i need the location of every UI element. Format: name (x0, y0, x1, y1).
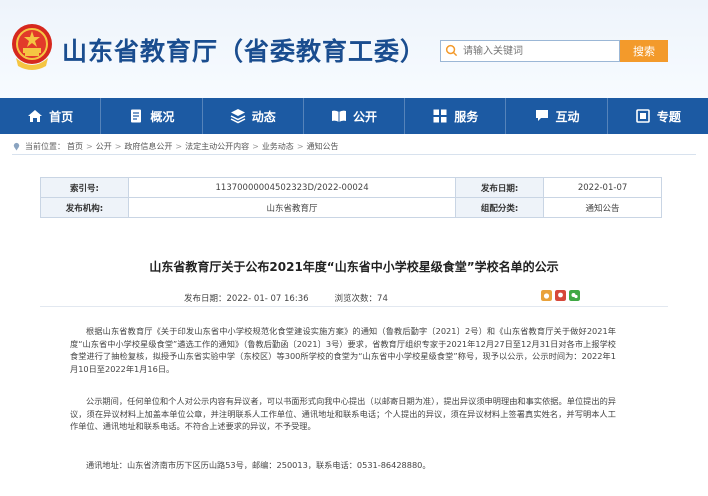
open-book-icon (331, 110, 346, 122)
nav-label: 首页 (49, 109, 74, 124)
nav-label: 动态 (251, 109, 276, 124)
publish-value: 2022- 01- 07 16:36 (226, 294, 309, 304)
table-row: 发布机构: 山东省教育厅 组配分类: 通知公告 (40, 197, 662, 218)
meta-divider (40, 306, 668, 307)
article-paragraph: 公示期间，任何单位和个人对公示内容有异议者，可以书面形式向我中心提出（以邮寄日期… (70, 396, 616, 432)
publish-label: 发布日期： (184, 294, 227, 304)
nav-item-topics[interactable]: 专题 (608, 98, 708, 134)
home-icon (28, 110, 43, 122)
service-icon (433, 109, 447, 123)
date-label: 发布日期: (455, 177, 545, 198)
breadcrumb-prefix: 当前位置： (25, 142, 65, 151)
org-value: 山东省教育厅 (127, 197, 457, 218)
breadcrumb-statutory[interactable]: 法定主动公开内容 (185, 141, 249, 152)
nav-item-service[interactable]: 服务 (405, 98, 507, 134)
breadcrumb-separator: > (296, 142, 304, 151)
table-row: 索引号: 11370000004502323D/2022-00024 发布日期:… (40, 177, 662, 198)
search-button[interactable]: 搜索 (620, 40, 668, 62)
breadcrumb-separator: > (86, 142, 93, 151)
share-qq-icon[interactable] (555, 290, 566, 301)
breadcrumb-separator: > (114, 142, 122, 151)
article-meta: 发布日期：2022- 01- 07 16:36 浏览次数：74 (184, 292, 388, 304)
search-icon (445, 44, 458, 57)
search-bar: 搜索 (440, 40, 668, 62)
breadcrumb-separator: > (252, 142, 259, 151)
document-info-table: 索引号: 11370000004502323D/2022-00024 发布日期:… (40, 177, 662, 218)
main-nav: 首页 概况 动态 公开 服务 互动 专题 (0, 98, 708, 134)
document-icon (131, 109, 142, 123)
nav-label: 公开 (352, 109, 377, 124)
share-wechat-icon[interactable] (569, 290, 580, 301)
nav-item-overview[interactable]: 概况 (101, 98, 203, 134)
breadcrumb-notices[interactable]: 通知公告 (307, 141, 339, 152)
nav-label: 互动 (555, 109, 580, 124)
nav-label: 概况 (150, 109, 175, 124)
nav-item-public[interactable]: 公开 (304, 98, 406, 134)
nav-item-interact[interactable]: 互动 (506, 98, 608, 134)
nav-label: 专题 (656, 109, 681, 124)
category-value: 通知公告 (543, 197, 662, 218)
date-value: 2022-01-07 (543, 177, 662, 198)
article-paragraph: 通讯地址：山东省济南市历下区历山路53号，邮编：250013，联系电话：0531… (86, 460, 431, 470)
share-weibo-icon[interactable] (541, 290, 552, 301)
views-value: 74 (377, 294, 388, 304)
nav-item-news[interactable]: 动态 (203, 98, 304, 134)
site-header: 山东省教育厅（省委教育工委） 搜索 (0, 0, 708, 98)
nav-item-home[interactable]: 首页 (0, 98, 102, 134)
location-icon (13, 142, 20, 151)
breadcrumb-separator: > (175, 142, 183, 151)
share-bar (541, 290, 580, 301)
article-title: 山东省教育厅关于公布2021年度“山东省中小学校星级食堂”学校名单的公示 (149, 260, 559, 274)
views-label: 浏览次数： (334, 294, 378, 304)
article-paragraph: 根据山东省教育厅《关于印发山东省中小学校规范化食堂建设实施方案》的通知（鲁教后勤… (70, 326, 616, 374)
nav-label: 服务 (454, 109, 479, 124)
index-label: 索引号: (40, 177, 129, 198)
stack-icon (230, 109, 246, 124)
breadcrumb-business[interactable]: 业务动态 (262, 141, 294, 152)
topics-icon (636, 109, 650, 123)
site-title[interactable]: 山东省教育厅（省委教育工委） (62, 32, 426, 68)
category-label: 组配分类: (455, 197, 545, 218)
chat-icon (535, 110, 548, 121)
org-label: 发布机构: (40, 197, 129, 218)
index-value: 11370000004502323D/2022-00024 (127, 177, 457, 198)
breadcrumb-gov-info[interactable]: 政府信息公开 (124, 141, 172, 152)
breadcrumb-home[interactable]: 首页 (67, 141, 83, 152)
national-emblem-icon (12, 24, 52, 70)
breadcrumb: 当前位置： 首页 > 公开 > 政府信息公开 > 法定主动公开内容 > 业务动态… (12, 141, 339, 152)
search-input[interactable] (440, 40, 620, 62)
breadcrumb-public[interactable]: 公开 (96, 141, 112, 152)
breadcrumb-divider (12, 154, 696, 155)
